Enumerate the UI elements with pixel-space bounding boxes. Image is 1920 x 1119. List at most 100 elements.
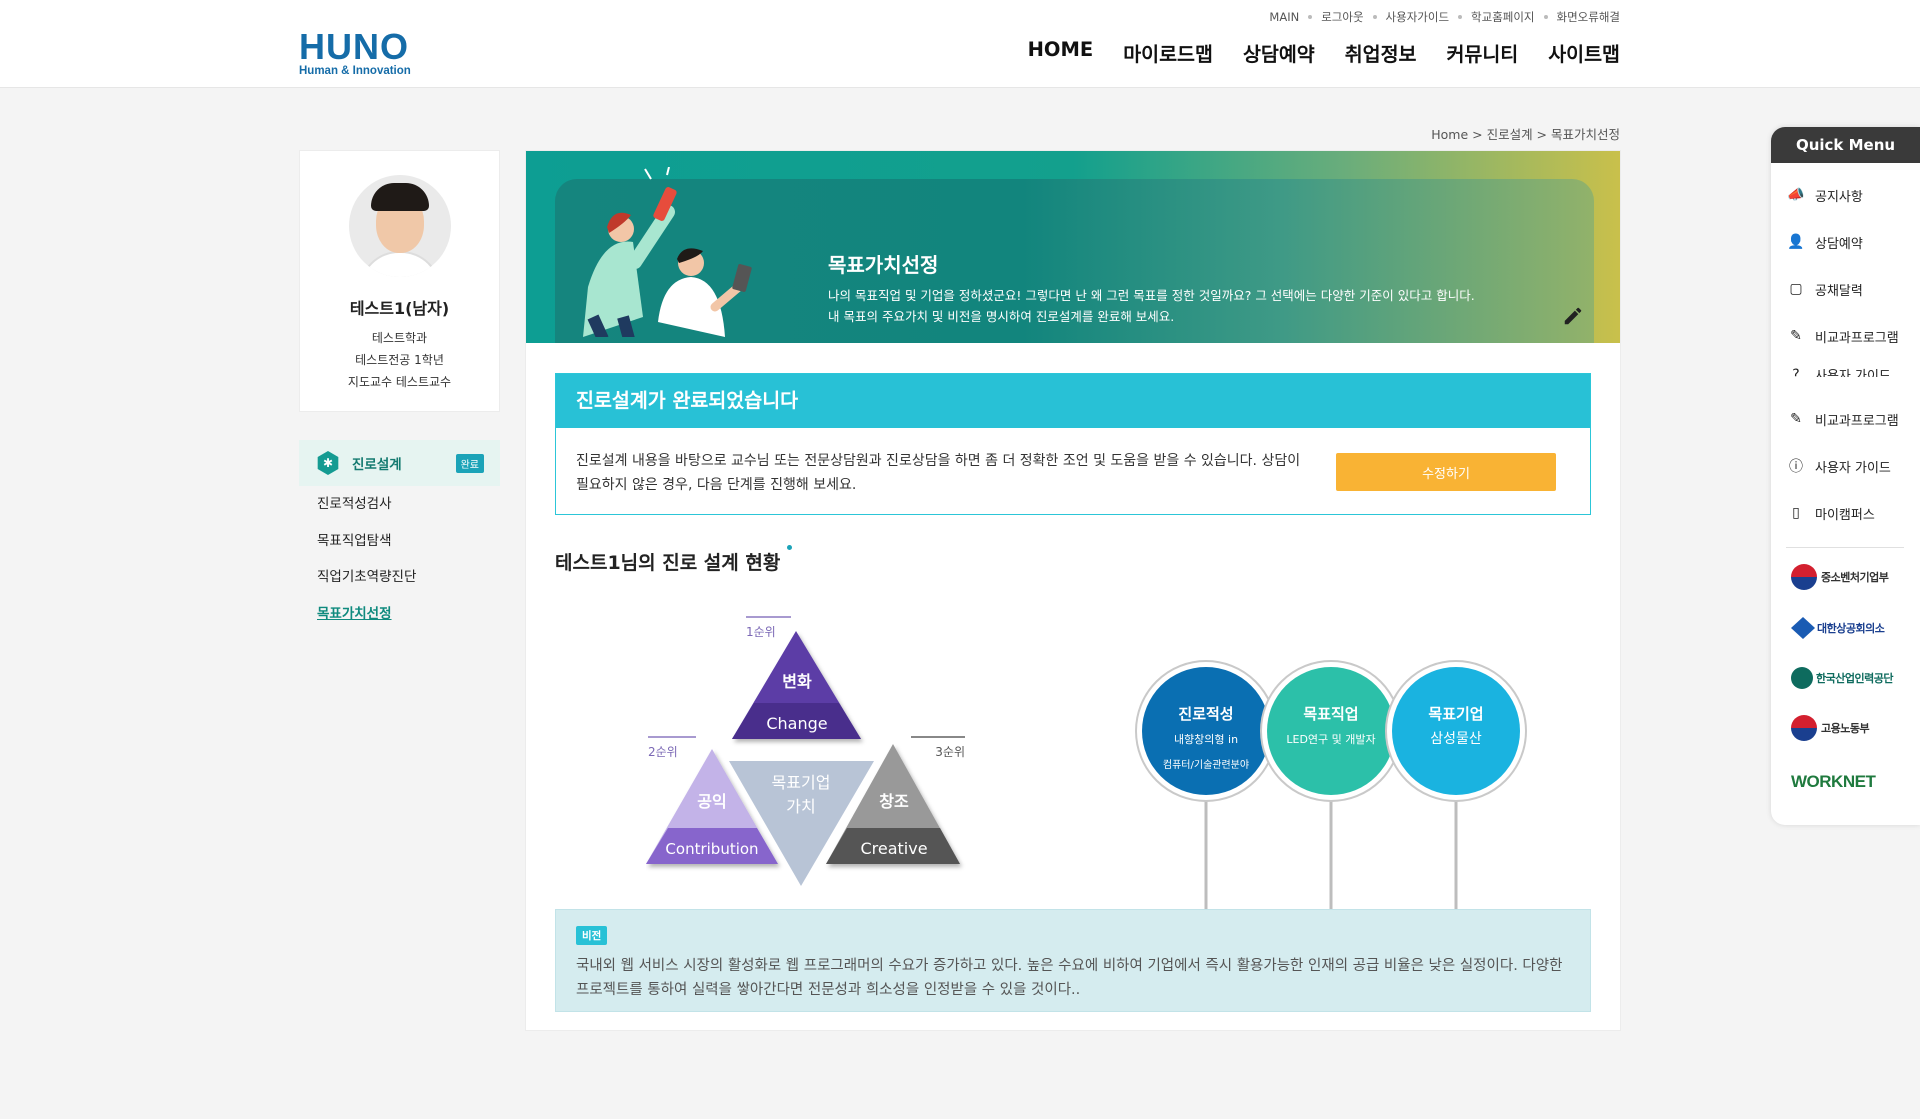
rank-label-1: 1순위 bbox=[746, 625, 776, 639]
value-diagram: 목표기업 가치 1순위 변화 Change 2순위 공익 Contributio… bbox=[646, 616, 965, 886]
center-label-2: 가치 bbox=[786, 797, 815, 816]
site-header: HUNO Human & Innovation MAIN 로그아웃 사용자가이드… bbox=[0, 0, 1920, 88]
sidebar-section-career[interactable]: ✱ 진로설계 완료 bbox=[299, 440, 500, 486]
separator-dot bbox=[1458, 15, 1463, 19]
completion-title: 진로설계가 완료되었습니다 bbox=[556, 374, 1590, 428]
sidebar: ✱ 진로설계 완료 진로적성검사 목표직업탐색 직업기초역량진단 목표가치선정 bbox=[299, 440, 500, 632]
completion-box: 진로설계가 완료되었습니다 진로설계 내용을 바탕으로 교수님 또는 전문상담원… bbox=[555, 373, 1591, 515]
nav-jobinfo[interactable]: 취업정보 bbox=[1345, 38, 1417, 67]
quick-item-program[interactable]: ✎ 비교과프로그램 bbox=[1786, 326, 1899, 346]
person-icon: 👤 bbox=[1787, 234, 1805, 250]
circle-2 bbox=[1267, 667, 1395, 795]
sidebar-section-label: 진로설계 bbox=[352, 457, 402, 473]
section-title-text: 테스트1님의 진로 설계 현황 bbox=[555, 552, 781, 574]
edit-button[interactable]: 수정하기 bbox=[1336, 453, 1556, 491]
page-banner: 목표가치선정 나의 목표직업 및 기업을 정하셨군요! 그렇다면 난 왜 그런 … bbox=[526, 151, 1620, 343]
value-left-en: Contribution bbox=[665, 840, 758, 858]
org-link-hrdkorea[interactable]: 한국산업인력공단 bbox=[1791, 667, 1893, 689]
logo-main: HUNO bbox=[299, 26, 409, 67]
nav-counsel[interactable]: 상담예약 bbox=[1243, 38, 1315, 67]
value-right-en: Creative bbox=[860, 839, 927, 858]
value-left-ko: 공익 bbox=[697, 792, 726, 811]
question-icon: ? bbox=[1792, 367, 1800, 377]
profile-card: 테스트1(남자) 테스트학과 테스트전공 1학년 지도교수 테스트교수 bbox=[299, 150, 500, 412]
nav-myroadmap[interactable]: 마이로드맵 bbox=[1123, 38, 1213, 67]
center-label-1: 목표기업 bbox=[772, 773, 831, 792]
banner-desc-line: 내 목표의 주요가치 및 비전을 명시하여 진로설계를 완료해 보세요. bbox=[828, 309, 1175, 324]
circle-line1: 내향창의형 in bbox=[1174, 733, 1238, 746]
career-summary-circles: 진로적성내향창의형 in 컴퓨터/기술관련분야 목표직업 LED연구 및 개발자 목표기… bbox=[1135, 660, 1527, 911]
vision-badge: 비전 bbox=[576, 926, 608, 945]
util-link-guide[interactable]: 사용자가이드 bbox=[1386, 9, 1449, 25]
people-illustration bbox=[583, 167, 752, 337]
quick-item-program-2[interactable]: ✎ 비교과프로그램 bbox=[1786, 409, 1899, 429]
util-link-main[interactable]: MAIN bbox=[1269, 10, 1299, 24]
quick-item-notice[interactable]: 📣 공지사항 bbox=[1786, 185, 1863, 205]
pencil-icon: ✎ bbox=[1790, 328, 1802, 344]
util-link-error[interactable]: 화면오류해결 bbox=[1557, 9, 1620, 25]
circle-title: 목표직업 bbox=[1303, 705, 1358, 723]
logo[interactable]: HUNO Human & Innovation bbox=[299, 26, 411, 78]
profile-info: 테스트학과 테스트전공 1학년 지도교수 테스트교수 bbox=[300, 327, 499, 393]
org-link-moel[interactable]: 고용노동부 bbox=[1791, 715, 1870, 741]
util-link-school[interactable]: 학교홈페이지 bbox=[1471, 9, 1534, 25]
circle-title: 진로적성 bbox=[1178, 705, 1233, 723]
util-link-logout[interactable]: 로그아웃 bbox=[1321, 9, 1363, 25]
org-link-mss[interactable]: 중소벤처기업부 bbox=[1791, 564, 1889, 590]
quick-item-guide-partial[interactable]: ? 사용자 가이드 bbox=[1786, 365, 1891, 377]
vision-box: 비전 국내외 웹 서비스 시장의 활성화로 웹 프로그래머의 수요가 증가하고 … bbox=[555, 909, 1591, 1012]
pencil-icon bbox=[1564, 307, 1582, 325]
korcham-icon bbox=[1791, 617, 1815, 639]
quick-item-counsel[interactable]: 👤 상담예약 bbox=[1786, 232, 1863, 252]
breadcrumb: Home > 진로설계 > 목표가치선정 bbox=[1431, 127, 1620, 142]
separator-dot bbox=[1543, 15, 1548, 19]
gear-icon: ✱ bbox=[317, 451, 339, 475]
section-title: 테스트1님의 진로 설계 현황 bbox=[555, 545, 793, 575]
title-dot bbox=[787, 545, 793, 550]
sidebar-item-competency[interactable]: 직업기초역량진단 bbox=[299, 559, 500, 596]
circle-line1: 삼성물산 bbox=[1430, 731, 1482, 747]
phone-icon: ▯ bbox=[1792, 505, 1800, 521]
completion-text: 진로설계 내용을 바탕으로 교수님 또는 전문상담원과 진로상담을 하면 좀 더… bbox=[576, 453, 1301, 493]
taeguk-icon bbox=[1791, 564, 1817, 590]
banner-desc-line: 나의 목표직업 및 기업을 정하셨군요! 그렇다면 난 왜 그런 목표를 정한 … bbox=[828, 288, 1475, 303]
quick-item-mycampus[interactable]: ▯ 마이캠퍼스 bbox=[1786, 503, 1875, 523]
quick-menu-title: Quick Menu bbox=[1771, 127, 1920, 163]
nav-sitemap[interactable]: 사이트맵 bbox=[1548, 38, 1620, 67]
sidebar-item-job-explore[interactable]: 목표직업탐색 bbox=[299, 523, 500, 560]
banner-card: 목표가치선정 나의 목표직업 및 기업을 정하셨군요! 그렇다면 난 왜 그런 … bbox=[555, 167, 1594, 343]
quick-menu: Quick Menu 📣 공지사항 👤 상담예약 ▢ 공채달력 ✎ 비교과프로그램 ? 사… bbox=[1771, 127, 1920, 825]
profile-name: 테스트1(남자) bbox=[349, 299, 450, 318]
sidebar-item-value-select[interactable]: 목표가치선정 bbox=[299, 596, 500, 633]
divider bbox=[1786, 547, 1904, 548]
vision-text: 국내외 웹 서비스 시장의 활성화로 웹 프로그래머의 수요가 증가하고 있다.… bbox=[576, 958, 1563, 998]
separator-dot bbox=[1372, 15, 1377, 19]
quick-item-guide[interactable]: ⓘ 사용자 가이드 bbox=[1786, 456, 1891, 476]
sidebar-item-aptitude-test[interactable]: 진로적성검사 bbox=[299, 486, 500, 523]
nav-community[interactable]: 커뮤니티 bbox=[1446, 38, 1518, 67]
org-link-worknet[interactable]: WORKNET bbox=[1791, 772, 1876, 792]
profile-advisor: 지도교수 테스트교수 bbox=[347, 375, 452, 389]
taeguk-icon bbox=[1791, 715, 1817, 741]
value-right-ko: 창조 bbox=[879, 792, 909, 811]
main-nav: HOME 마이로드맵 상담예약 취업정보 커뮤니티 사이트맵 bbox=[1028, 38, 1620, 67]
quick-item-calendar[interactable]: ▢ 공채달력 bbox=[1786, 279, 1862, 299]
calendar-icon: ▢ bbox=[1789, 281, 1803, 297]
rank-label-3: 3순위 bbox=[935, 745, 965, 759]
value-top-en: Change bbox=[766, 714, 827, 733]
separator-dot bbox=[1308, 15, 1313, 19]
question-icon: ⓘ bbox=[1789, 459, 1803, 475]
rank-label-2: 2순위 bbox=[648, 745, 678, 759]
circle-line2: 컴퓨터/기술관련분야 bbox=[1163, 759, 1249, 771]
main-content: 목표가치선정 나의 목표직업 및 기업을 정하셨군요! 그렇다면 난 왜 그런 … bbox=[525, 150, 1621, 1031]
org-link-korcham[interactable]: 대한상공회의소 bbox=[1791, 617, 1885, 639]
status-badge: 완료 bbox=[455, 453, 484, 473]
avatar bbox=[348, 175, 451, 277]
profile-major: 테스트전공 1학년 bbox=[355, 353, 444, 367]
circle-1 bbox=[1142, 667, 1270, 795]
page-title: 목표가치선정 bbox=[828, 253, 939, 277]
value-top-ko: 변화 bbox=[782, 672, 812, 691]
utility-links: MAIN 로그아웃 사용자가이드 학교홈페이지 화면오류해결 bbox=[1269, 9, 1620, 25]
banner-description: 나의 목표직업 및 기업을 정하셨군요! 그렇다면 난 왜 그런 목표를 정한 … bbox=[828, 285, 1548, 327]
nav-home[interactable]: HOME bbox=[1028, 38, 1094, 67]
